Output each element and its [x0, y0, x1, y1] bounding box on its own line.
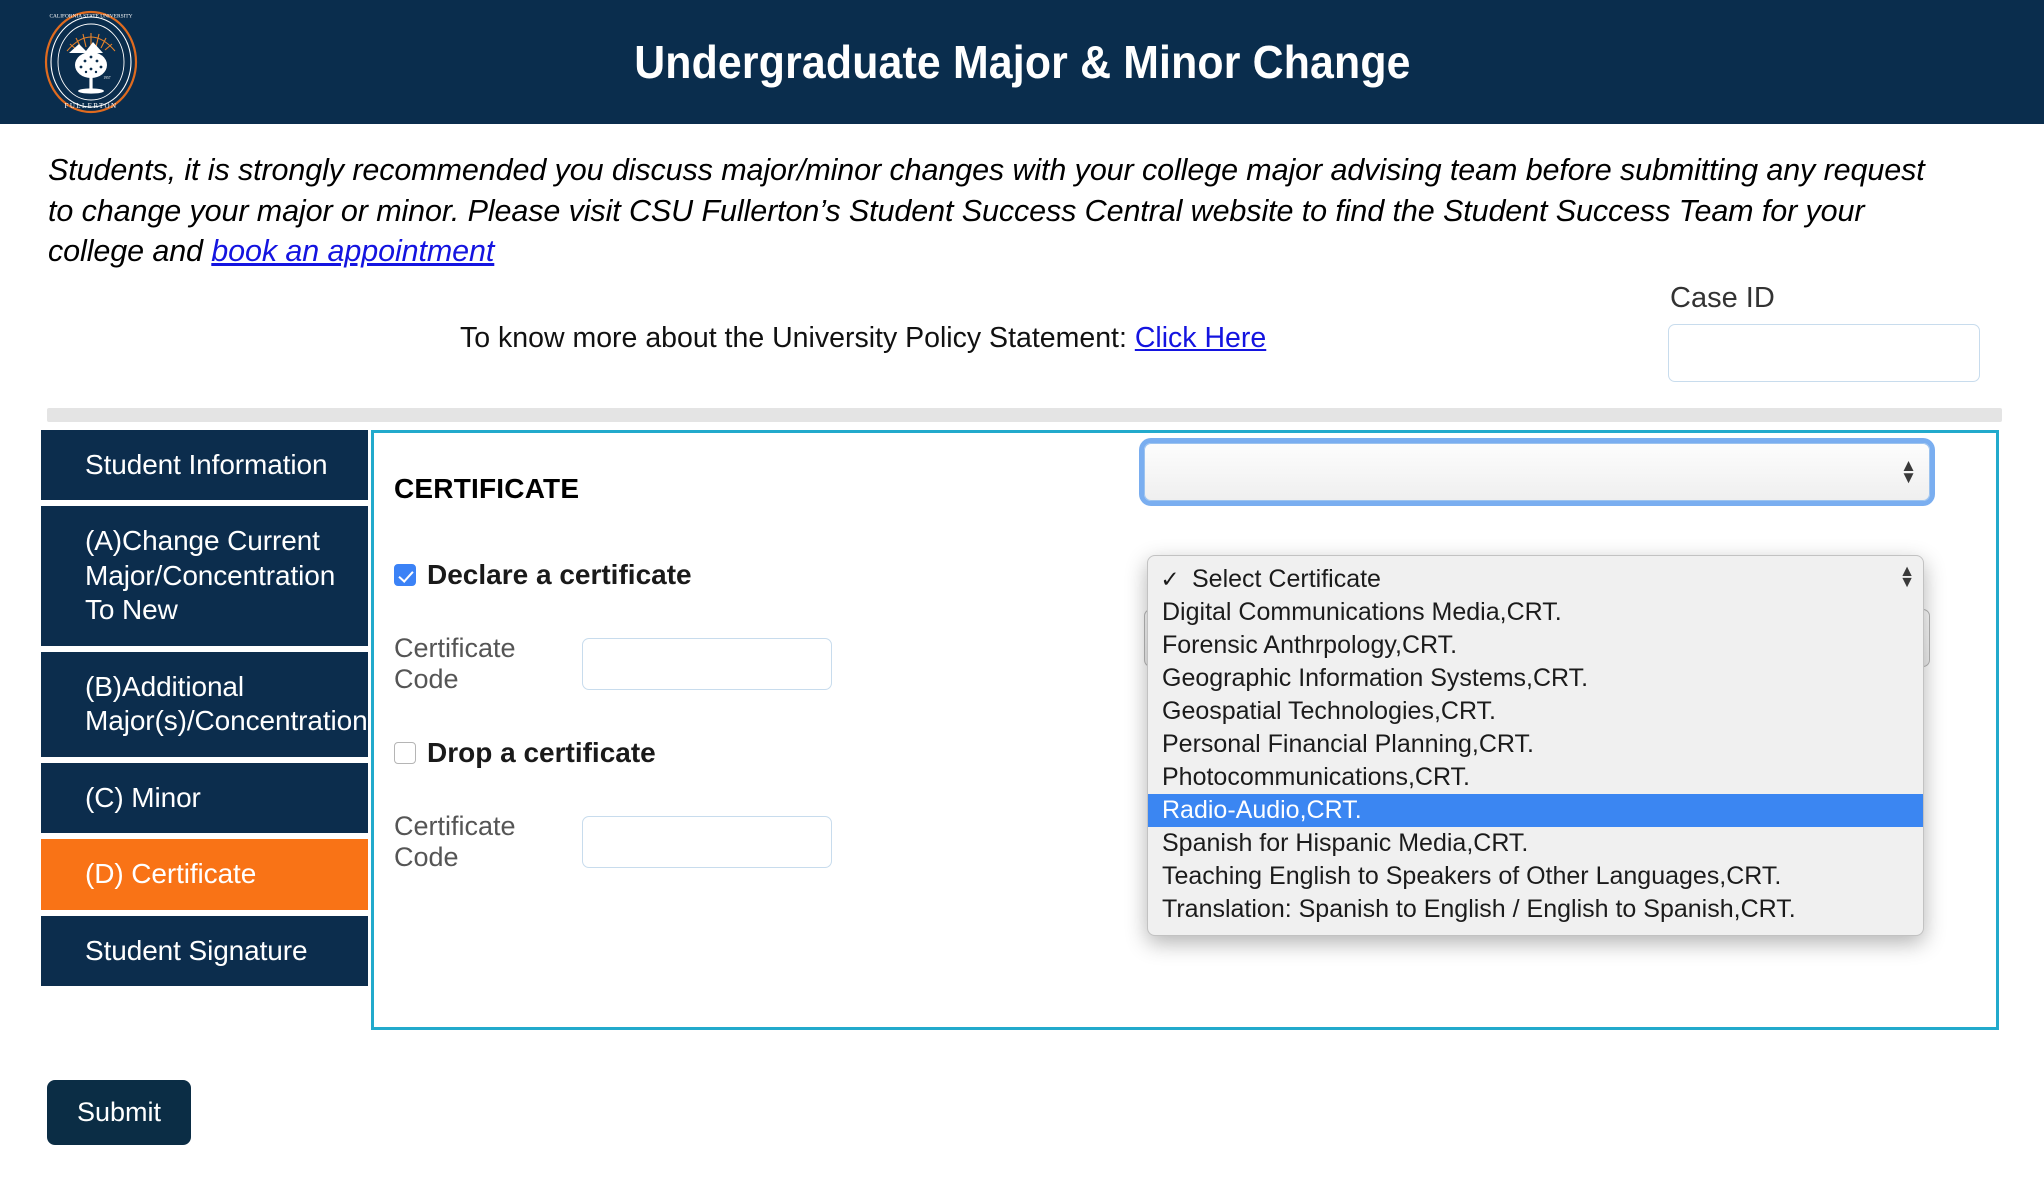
sidebar-item-minor[interactable]: (C) Minor [41, 762, 371, 834]
dropdown-option-select-certificate[interactable]: ✓ Select Certificate [1148, 563, 1923, 596]
chevron-down-icon: ▼ [1900, 468, 1917, 487]
case-id-label: Case ID [1670, 281, 1775, 314]
drop-certificate-code-label: Certificate Code [394, 811, 516, 872]
section-nav-sidebar: Student Information (A)Change Current Ma… [41, 430, 371, 1030]
case-id-block: Case ID [1668, 282, 1980, 382]
sidebar-item-change-current-major[interactable]: (A)Change Current Major/Concentration To… [41, 506, 371, 646]
csuf-seal-logo: CALIFORNIA STATE UNIVERSITY FULLERTON 19… [44, 10, 138, 114]
svg-text:1957: 1957 [103, 76, 110, 80]
sidebar-item-additional-major[interactable]: (B)Additional Major(s)/Concentration [41, 651, 371, 757]
dropdown-scroll-down-icon[interactable]: ▼ [1899, 575, 1915, 591]
certificate-dropdown-menu[interactable]: ▲ ▼ ✓ Select Certificate Digital Communi… [1147, 555, 1924, 936]
svg-text:FULLERTON: FULLERTON [65, 102, 118, 110]
dropdown-option-geographic-information-systems[interactable]: Geographic Information Systems,CRT. [1148, 662, 1923, 695]
sidebar-item-student-information[interactable]: Student Information [41, 430, 371, 501]
page-title: Undergraduate Major & Minor Change [633, 36, 1411, 88]
declare-certificate-checkbox[interactable] [394, 564, 416, 586]
intro-paragraph: Students, it is strongly recommended you… [0, 124, 1990, 272]
dropdown-option-digital-communications-media[interactable]: Digital Communications Media,CRT. [1148, 596, 1923, 629]
dropdown-option-geospatial-technologies[interactable]: Geospatial Technologies,CRT. [1148, 695, 1923, 728]
dropdown-option-radio-audio[interactable]: Radio-Audio,CRT. [1148, 794, 1923, 827]
drop-certificate-checkbox[interactable] [394, 742, 416, 764]
case-id-input[interactable] [1668, 323, 1980, 382]
declare-certificate-select[interactable]: ▲ ▼ [1144, 443, 1930, 501]
declare-certificate-code-label: Certificate Code [394, 633, 516, 694]
policy-statement-text: To know more about the University Policy… [460, 296, 1266, 355]
policy-label: To know more about the University Policy… [460, 321, 1135, 354]
drop-certificate-label: Drop a certificate [427, 737, 656, 768]
dropdown-option-translation-spanish-english[interactable]: Translation: Spanish to English / Englis… [1148, 893, 1923, 926]
dropdown-option-personal-financial-planning[interactable]: Personal Financial Planning,CRT. [1148, 728, 1923, 761]
declare-certificate-code-input[interactable] [582, 638, 832, 690]
stepper-arrows-icon: ▲ ▼ [1900, 457, 1917, 487]
svg-text:CALIFORNIA STATE UNIVERSITY: CALIFORNIA STATE UNIVERSITY [49, 14, 132, 20]
checkmark-icon: ✓ [1160, 566, 1180, 592]
dropdown-option-photocommunications[interactable]: Photocommunications,CRT. [1148, 761, 1923, 794]
dropdown-option-teaching-english-speakers-other-languages[interactable]: Teaching English to Speakers of Other La… [1148, 860, 1923, 893]
declare-certificate-label: Declare a certificate [427, 559, 692, 590]
sidebar-item-certificate[interactable]: (D) Certificate [41, 839, 371, 910]
book-appointment-link[interactable]: book an appointment [211, 234, 494, 268]
dropdown-scroll-arrows-icon[interactable]: ▲ ▼ [1899, 563, 1915, 591]
horizontal-scrollbar-track[interactable] [47, 408, 2002, 422]
drop-certificate-code-input[interactable] [582, 816, 832, 868]
submit-button[interactable]: Submit [47, 1080, 192, 1145]
dropdown-option-spanish-for-hispanic-media[interactable]: Spanish for Hispanic Media,CRT. [1148, 827, 1923, 860]
dropdown-option-label: Select Certificate [1192, 565, 1381, 593]
page-header: CALIFORNIA STATE UNIVERSITY FULLERTON 19… [0, 0, 2044, 124]
dropdown-option-forensic-anthrpology[interactable]: Forensic Anthrpology,CRT. [1148, 629, 1923, 662]
sidebar-item-student-signature[interactable]: Student Signature [41, 915, 371, 986]
policy-click-here-link[interactable]: Click Here [1135, 322, 1266, 354]
policy-row: To know more about the University Policy… [0, 272, 2044, 392]
